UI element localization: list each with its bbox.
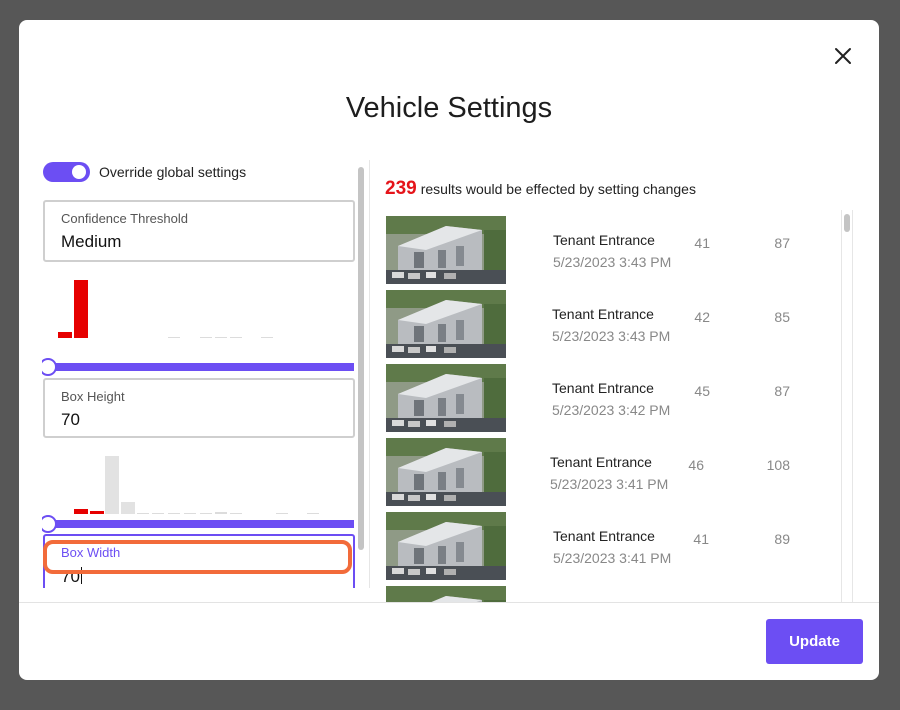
results-scrollbar-track[interactable] xyxy=(841,210,853,602)
result-item[interactable]: Tenant Entrance 5/23/2023 3:43 PM 41 87 xyxy=(385,216,845,284)
result-thumbnail[interactable] xyxy=(386,364,506,432)
result-value-1: 41 xyxy=(694,235,710,251)
histogram-bar xyxy=(230,337,242,338)
result-value-1: 45 xyxy=(694,383,710,399)
result-title: Tenant Entrance xyxy=(553,232,655,248)
result-item[interactable]: Tenant Entrance 5/23/2023 3:42 PM 45 87 xyxy=(385,364,845,432)
histogram-bar xyxy=(168,513,180,514)
box-height-range-track[interactable] xyxy=(46,520,354,528)
settings-panel: Override global settings Confidence Thre… xyxy=(42,160,369,588)
result-thumbnail[interactable] xyxy=(386,586,506,602)
footer-divider xyxy=(19,602,879,603)
result-thumbnail[interactable] xyxy=(386,512,506,580)
result-value-2: 89 xyxy=(774,531,790,547)
result-thumbnail[interactable] xyxy=(386,290,506,358)
result-date: 5/23/2023 3:43 PM xyxy=(553,254,672,270)
result-value-1: 46 xyxy=(688,457,704,473)
result-value-2: 87 xyxy=(774,383,790,399)
histogram-bar xyxy=(74,509,88,514)
confidence-range-track[interactable] xyxy=(46,363,354,371)
result-value-2: 85 xyxy=(774,309,790,325)
override-label: Override global settings xyxy=(99,164,247,180)
result-title: Tenant Entrance xyxy=(552,380,654,396)
results-scrollbar-thumb[interactable] xyxy=(844,214,850,232)
affected-text: results would be effected by setting cha… xyxy=(420,181,696,197)
result-item[interactable]: Tenant Entrance 5/23/2023 3:41 PM 41 89 xyxy=(385,512,845,580)
override-toggle[interactable] xyxy=(43,162,90,182)
box-height-field[interactable]: Box Height 70 xyxy=(43,378,355,438)
toggle-knob xyxy=(72,165,86,179)
focus-highlight xyxy=(43,540,352,574)
histogram-bar xyxy=(215,512,227,514)
confidence-histogram xyxy=(42,278,362,338)
result-date: 5/23/2023 3:41 PM xyxy=(550,476,669,492)
result-date: 5/23/2023 3:41 PM xyxy=(553,550,672,566)
box-height-value: 70 xyxy=(61,410,80,429)
vehicle-settings-dialog: Vehicle Settings Override global setting… xyxy=(19,20,879,680)
result-thumbnail[interactable] xyxy=(386,438,506,506)
dialog-title: Vehicle Settings xyxy=(345,92,553,124)
confidence-threshold-value: Medium xyxy=(61,232,122,251)
histogram-bar xyxy=(200,337,212,338)
histogram-bar xyxy=(307,513,319,514)
histogram-bar xyxy=(152,513,164,514)
histogram-bar xyxy=(261,337,273,338)
box-height-label: Box Height xyxy=(61,389,125,404)
histogram-bar xyxy=(90,511,104,514)
histogram-bar xyxy=(105,456,119,514)
result-title: Tenant Entrance xyxy=(553,528,655,544)
confidence-threshold-label: Confidence Threshold xyxy=(61,211,188,226)
confidence-threshold-field[interactable]: Confidence Threshold Medium xyxy=(43,200,355,262)
result-item-partial[interactable] xyxy=(385,586,845,602)
update-button[interactable]: Update xyxy=(766,619,863,664)
panel-divider xyxy=(369,160,370,588)
histogram-bar xyxy=(58,332,72,338)
result-date: 5/23/2023 3:43 PM xyxy=(552,328,671,344)
histogram-bar xyxy=(137,513,149,514)
result-date: 5/23/2023 3:42 PM xyxy=(552,402,671,418)
close-icon xyxy=(835,48,851,64)
histogram-bar xyxy=(200,513,212,514)
result-value-1: 41 xyxy=(693,531,709,547)
result-value-2: 87 xyxy=(774,235,790,251)
close-button[interactable] xyxy=(831,44,855,68)
result-thumbnail[interactable] xyxy=(386,216,506,284)
settings-scrollbar-thumb[interactable] xyxy=(358,167,364,550)
result-title: Tenant Entrance xyxy=(552,306,654,322)
confidence-range-handle[interactable] xyxy=(42,358,57,376)
results-list: Tenant Entrance 5/23/2023 3:43 PM 41 87 Tena… xyxy=(385,216,845,602)
result-value-1: 42 xyxy=(694,309,710,325)
result-item[interactable]: Tenant Entrance 5/23/2023 3:41 PM 46 108 xyxy=(385,438,845,506)
result-item[interactable]: Tenant Entrance 5/23/2023 3:43 PM 42 85 xyxy=(385,290,845,358)
histogram-bar xyxy=(74,280,88,338)
affected-count: 239 xyxy=(385,178,417,199)
box-height-range-handle[interactable] xyxy=(42,515,57,533)
histogram-bar xyxy=(184,513,196,514)
histogram-bar xyxy=(230,513,242,514)
box-height-histogram xyxy=(42,454,362,514)
histogram-bar xyxy=(215,337,227,338)
affected-results-summary: 239 results would be effected by setting … xyxy=(385,178,696,200)
histogram-bar xyxy=(168,337,180,338)
result-value-2: 108 xyxy=(766,457,790,473)
histogram-bar xyxy=(276,513,288,514)
result-title: Tenant Entrance xyxy=(550,454,652,470)
override-row: Override global settings xyxy=(42,160,342,184)
histogram-bar xyxy=(121,502,135,514)
